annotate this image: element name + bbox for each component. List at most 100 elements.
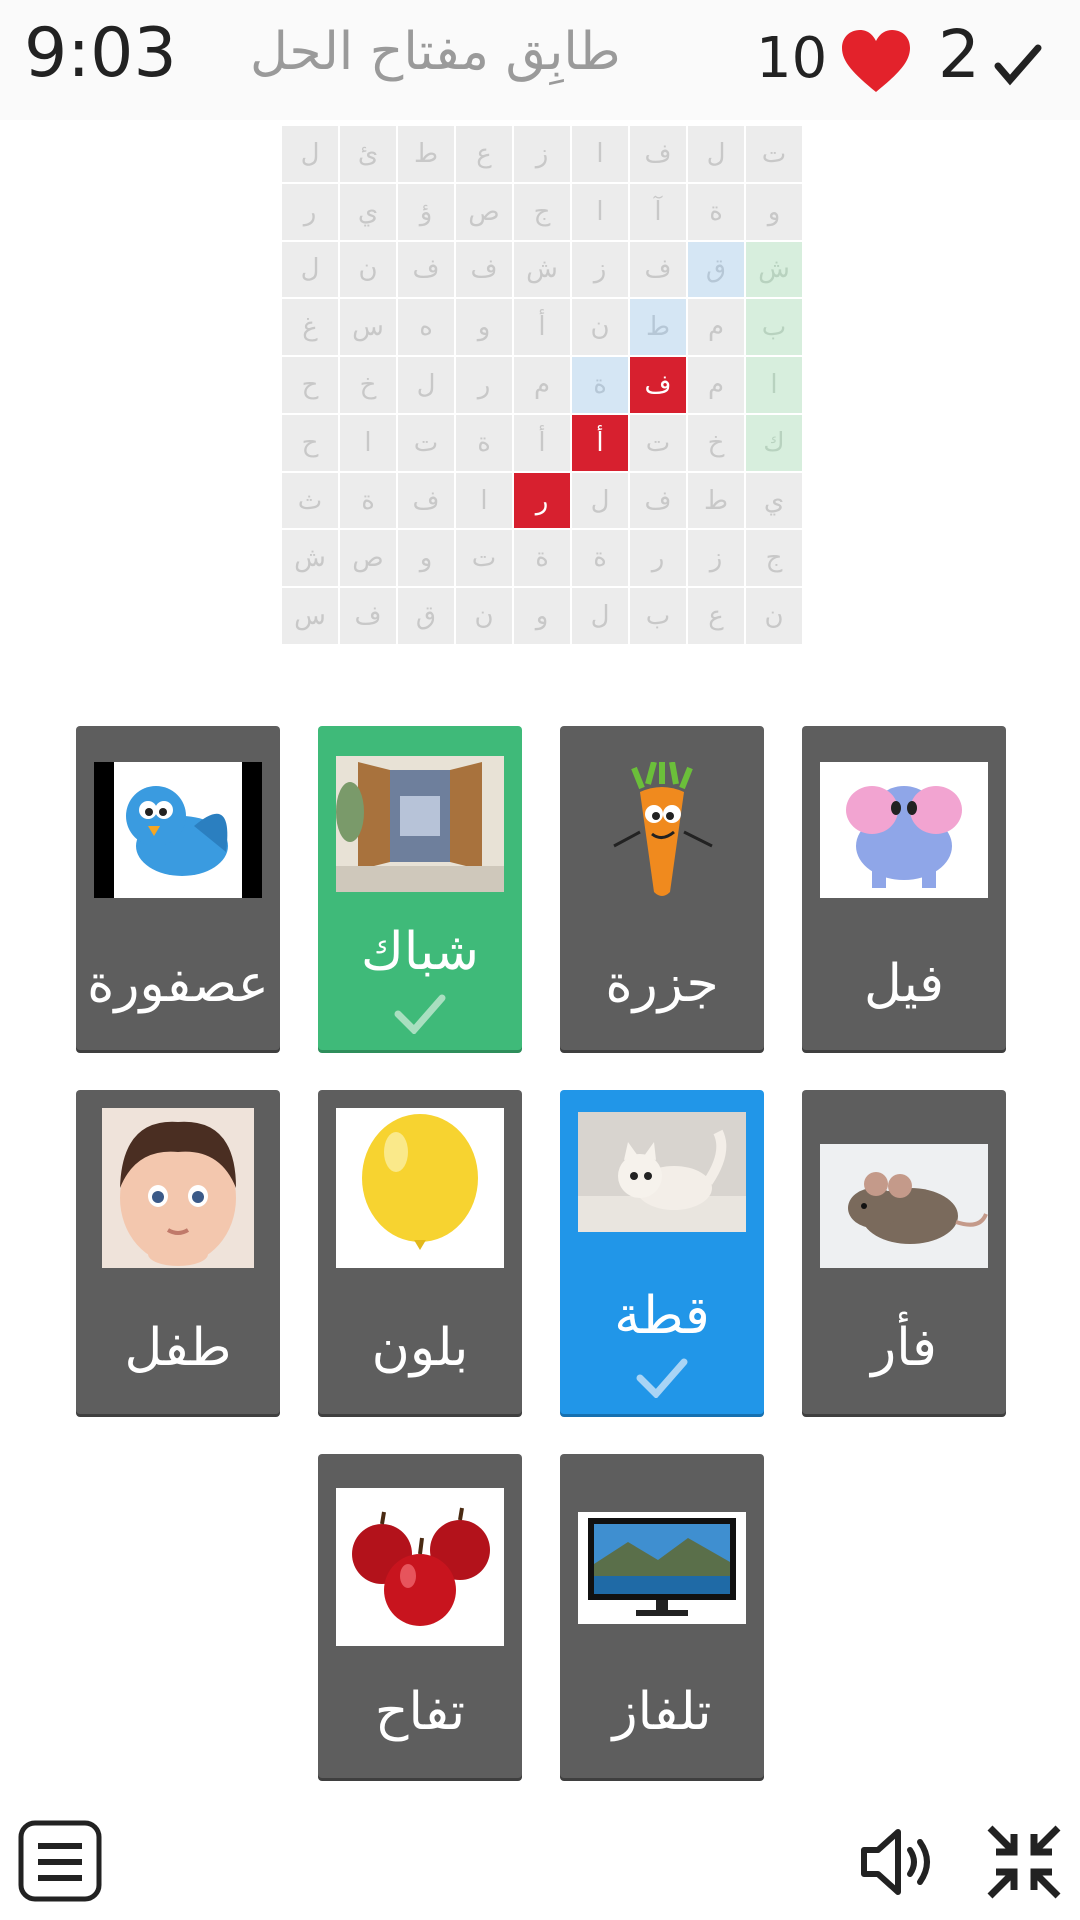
card-apples[interactable]: تفاح (318, 1454, 522, 1778)
card-word: طفل (124, 1318, 232, 1378)
grid-cell[interactable]: ن (572, 299, 628, 356)
grid-cell[interactable]: ة (514, 530, 570, 587)
grid-cell[interactable]: ل (398, 357, 454, 413)
grid-cell[interactable]: ل (282, 126, 338, 182)
grid-cell[interactable]: ع (688, 588, 744, 644)
grid-cell[interactable]: ل (572, 472, 628, 529)
grid-cell[interactable]: ب (746, 299, 802, 356)
grid-cell[interactable]: ا (572, 183, 628, 240)
grid-cell[interactable]: ت (630, 414, 686, 471)
card-carrot[interactable]: جزرة (560, 726, 764, 1050)
grid-cell[interactable]: ط (688, 472, 744, 529)
grid-cell[interactable]: ؤ (398, 183, 454, 240)
grid-cell[interactable]: ت (746, 126, 802, 182)
grid-cell[interactable]: ة (572, 530, 628, 587)
card-balloon[interactable]: بلون (318, 1090, 522, 1414)
collapse-icon[interactable] (984, 1822, 1064, 1902)
grid-cell[interactable]: س (340, 299, 396, 356)
grid-cell[interactable]: ق (688, 241, 744, 298)
grid-cell[interactable]: ج (746, 530, 802, 587)
grid-cell[interactable]: ر (514, 472, 570, 529)
grid-cell[interactable]: ي (340, 183, 396, 240)
grid-cell[interactable]: م (688, 299, 744, 356)
grid-cell[interactable]: ح (282, 414, 338, 471)
grid-cell[interactable]: ف (630, 241, 686, 298)
grid-cell[interactable]: ف (630, 472, 686, 529)
grid-cell[interactable]: ش (514, 241, 570, 298)
grid-cell[interactable]: س (282, 588, 338, 644)
grid-cell[interactable]: ح (282, 357, 338, 413)
grid-cell[interactable]: ة (688, 183, 744, 240)
card-mouse[interactable]: فأر (802, 1090, 1006, 1414)
grid-cell[interactable]: أ (514, 414, 570, 471)
grid-cell[interactable]: ه (398, 299, 454, 356)
grid-cell[interactable]: ن (456, 588, 512, 644)
grid-cell[interactable]: ز (514, 126, 570, 182)
grid-cell[interactable]: خ (688, 414, 744, 471)
grid-cell[interactable]: ش (746, 241, 802, 298)
grid-cell[interactable]: ة (572, 357, 628, 413)
grid-cell[interactable]: ص (456, 183, 512, 240)
grid-cell[interactable]: ت (456, 530, 512, 587)
grid-cell[interactable]: ز (688, 530, 744, 587)
grid-cell[interactable]: ت (398, 414, 454, 471)
card-baby[interactable]: طفل (76, 1090, 280, 1414)
grid-cell[interactable]: ط (630, 299, 686, 356)
grid-cell[interactable]: ئ (340, 126, 396, 182)
grid-cell[interactable]: ر (456, 357, 512, 413)
menu-icon[interactable] (18, 1820, 102, 1902)
grid-cell[interactable]: ي (746, 472, 802, 529)
grid-cell[interactable]: ق (398, 588, 454, 644)
card-word: شباك (361, 922, 479, 982)
grid-cell[interactable]: ل (572, 588, 628, 644)
grid-cell[interactable]: ا (340, 414, 396, 471)
grid-cell[interactable]: ل (688, 126, 744, 182)
grid-cell[interactable]: م (688, 357, 744, 413)
card-elephant[interactable]: فيل (802, 726, 1006, 1050)
grid-cell[interactable]: ص (340, 530, 396, 587)
grid-cell[interactable]: ك (746, 414, 802, 471)
card-tv[interactable]: تلفاز (560, 1454, 764, 1778)
mouse-image (820, 1144, 988, 1268)
grid-cell[interactable]: و (514, 588, 570, 644)
grid-cell[interactable]: آ (630, 183, 686, 240)
grid-cell[interactable]: ب (630, 588, 686, 644)
grid-cell[interactable]: ف (398, 472, 454, 529)
grid-cell[interactable]: و (456, 299, 512, 356)
grid-cell[interactable]: ع (456, 126, 512, 182)
grid-cell[interactable]: ا (456, 472, 512, 529)
grid-cell[interactable]: ش (282, 530, 338, 587)
grid-cell[interactable]: أ (572, 414, 628, 471)
grid-cell[interactable]: ا (572, 126, 628, 182)
grid-cell[interactable]: ن (746, 588, 802, 644)
sound-icon[interactable] (858, 1822, 938, 1902)
bird-image (94, 762, 262, 898)
grid-cell[interactable]: ف (456, 241, 512, 298)
grid-cell[interactable]: ر (630, 530, 686, 587)
grid-cell[interactable]: غ (282, 299, 338, 356)
grid-cell[interactable]: ف (630, 126, 686, 182)
grid-cell[interactable]: ل (282, 241, 338, 298)
grid-cell[interactable]: ج (514, 183, 570, 240)
grid-cell[interactable]: ن (340, 241, 396, 298)
grid-cell[interactable]: خ (340, 357, 396, 413)
grid-cell[interactable]: ز (572, 241, 628, 298)
word-search-grid[interactable]: لئطعزافلتريؤصجاآةولنففشزفقشغسهوأنطمبحخلر… (282, 126, 802, 644)
grid-cell[interactable]: ر (282, 183, 338, 240)
card-window[interactable]: شباك (318, 726, 522, 1050)
grid-cell[interactable]: ث (282, 472, 338, 529)
grid-cell[interactable]: ا (746, 357, 802, 413)
card-cat[interactable]: قطة (560, 1090, 764, 1414)
grid-cell[interactable]: أ (514, 299, 570, 356)
grid-cell[interactable]: و (398, 530, 454, 587)
card-bird[interactable]: عصفورة (76, 726, 280, 1050)
balloon-image (336, 1108, 504, 1268)
grid-cell[interactable]: ط (398, 126, 454, 182)
grid-cell[interactable]: ف (630, 357, 686, 413)
grid-cell[interactable]: و (746, 183, 802, 240)
grid-cell[interactable]: م (514, 357, 570, 413)
grid-cell[interactable]: ة (340, 472, 396, 529)
grid-cell[interactable]: ف (398, 241, 454, 298)
grid-cell[interactable]: ف (340, 588, 396, 644)
grid-cell[interactable]: ة (456, 414, 512, 471)
